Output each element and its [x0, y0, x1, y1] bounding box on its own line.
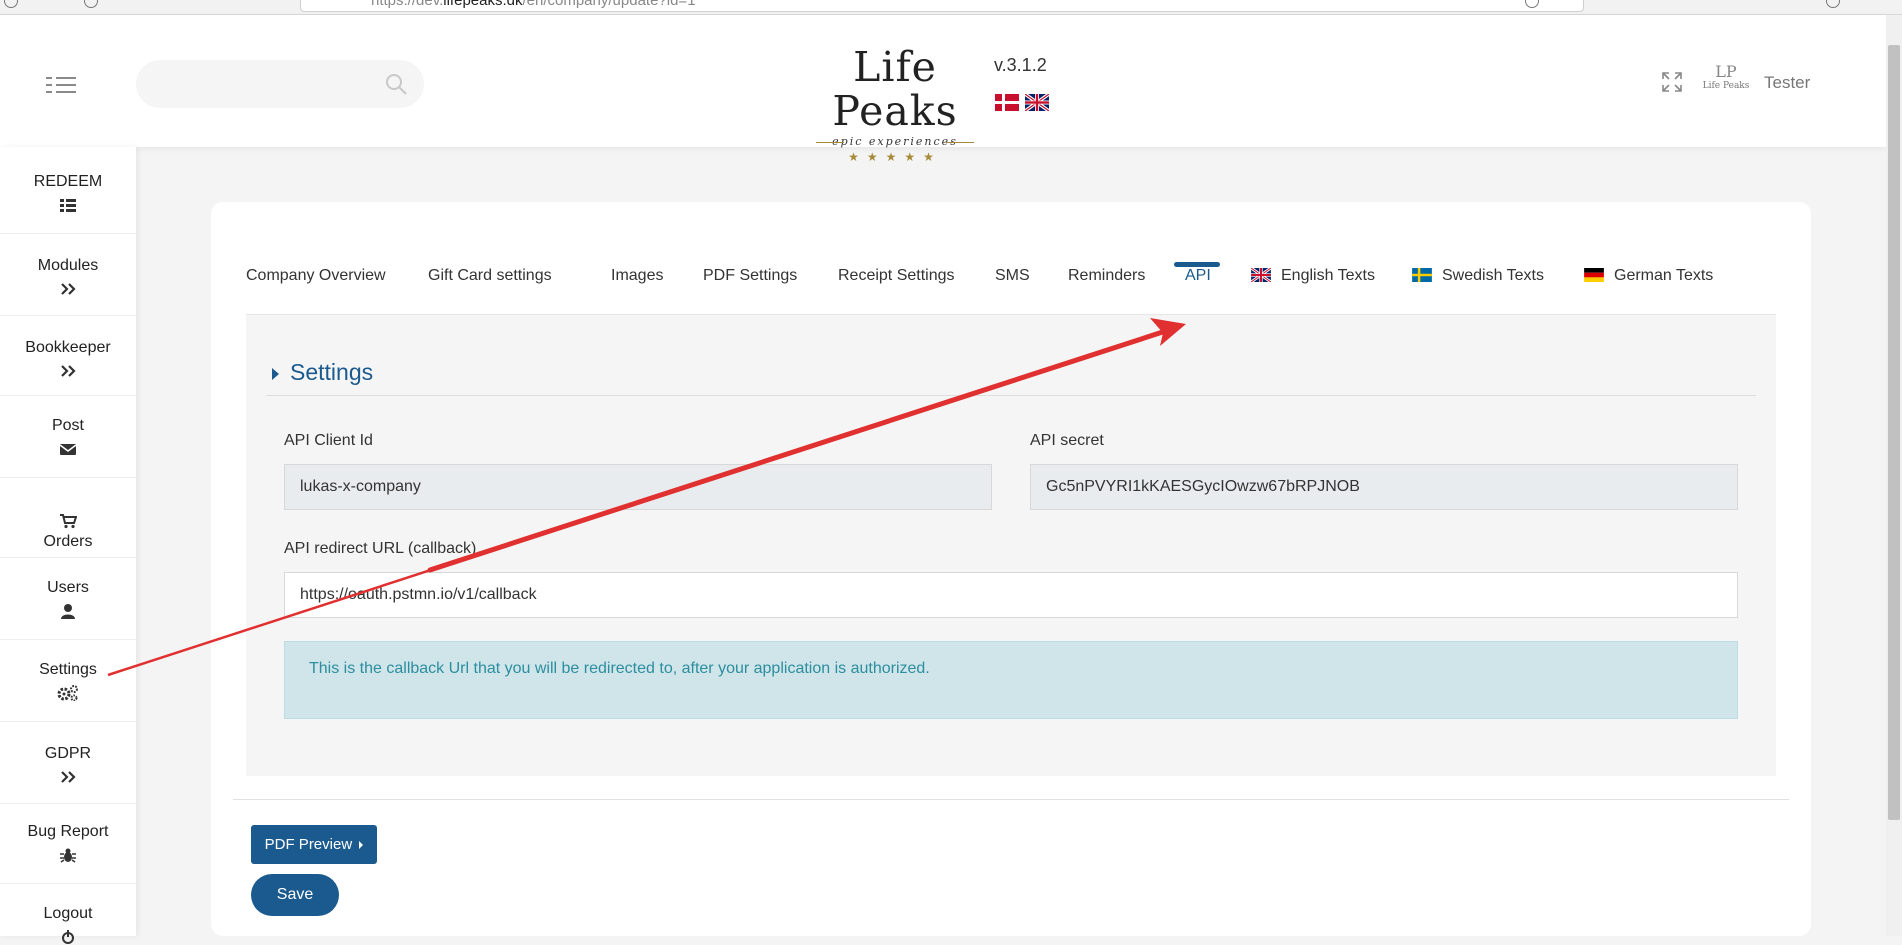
sidebar-item-label: Orders	[43, 533, 93, 550]
sidebar-item-settings[interactable]: Settings	[0, 661, 136, 701]
life-peaks-logo[interactable]: Life Peaks epic experiences ★★★★★	[810, 43, 980, 164]
search-input[interactable]	[136, 60, 424, 108]
tab-label: German Texts	[1614, 267, 1714, 284]
user-icon	[61, 604, 75, 619]
logo-subtitle: epic experiences	[810, 135, 980, 148]
logo-title: Life Peaks	[832, 43, 958, 135]
envelope-icon	[59, 444, 77, 455]
tab-label: Swedish Texts	[1442, 267, 1544, 284]
tab-german-texts[interactable]: German Texts	[1584, 256, 1713, 296]
settings-title[interactable]: Settings	[290, 359, 373, 386]
card-divider	[233, 799, 1789, 800]
settings-section-header[interactable]: Settings	[266, 359, 1756, 396]
tab-api[interactable]: API	[1185, 256, 1211, 296]
address-bar[interactable]: https://dev.lifepeaks.dk/en/company/upda…	[300, 0, 1584, 12]
caret-right-icon	[359, 841, 364, 849]
sidebar-item-label: Post	[51, 417, 84, 434]
url-suffix: /en/company/update?id=1	[522, 0, 696, 9]
avatar[interactable]: LP Life Peaks	[1700, 63, 1752, 99]
tab-pdf-settings[interactable]: PDF Settings	[703, 256, 797, 296]
browser-toolbar: https://dev.lifepeaks.dk/en/company/upda…	[0, 0, 1902, 15]
sidebar-item-redeem[interactable]: REDEEM	[0, 173, 136, 213]
tab-company-overview[interactable]: Company Overview	[246, 256, 386, 296]
tab-reminders[interactable]: Reminders	[1068, 256, 1145, 296]
api-redirect-url-label: API redirect URL (callback)	[284, 540, 477, 557]
sidebar-item-logout[interactable]: Logout	[0, 905, 136, 945]
sidebar-item-bug-report[interactable]: Bug Report	[0, 823, 136, 863]
sidebar-item-modules[interactable]: Modules	[0, 257, 136, 297]
avatar-monogram: LP	[1715, 62, 1737, 81]
double-chevron-right-icon	[61, 283, 76, 295]
uk-flag-icon	[1251, 268, 1271, 282]
grid-list-icon	[60, 199, 76, 212]
reload-icon[interactable]	[84, 0, 98, 8]
page-scrollbar[interactable]	[1886, 15, 1902, 936]
cart-icon	[60, 514, 77, 529]
caret-right-icon[interactable]	[272, 368, 279, 380]
callback-info-alert: This is the callback Url that you will b…	[284, 641, 1738, 719]
sidebar-item-post[interactable]: Post	[0, 417, 136, 457]
api-secret-label: API secret	[1030, 432, 1104, 449]
callback-info-text: This is the callback Url that you will b…	[309, 660, 930, 677]
sidebar-item-label: Modules	[37, 257, 99, 274]
search-icon[interactable]	[384, 72, 408, 96]
url-domain: lifepeaks.dk	[443, 0, 523, 9]
tab-receipt-settings[interactable]: Receipt Settings	[838, 256, 955, 296]
account-icon[interactable]	[1826, 0, 1840, 8]
sidebar-item-label: Users	[47, 579, 89, 596]
api-client-id-label: API Client Id	[284, 432, 373, 449]
avatar-label: Life Peaks	[1702, 81, 1750, 91]
fullscreen-icon[interactable]	[1660, 70, 1684, 94]
sweden-flag-icon	[1412, 268, 1432, 282]
api-client-id-field[interactable]: lukas-x-company	[284, 464, 992, 510]
sidebar: REDEEM Modules Bookkeeper Post Orders Us…	[0, 147, 136, 944]
denmark-flag-icon[interactable]	[995, 94, 1019, 111]
user-name[interactable]: Tester	[1764, 73, 1810, 93]
tab-swedish-texts[interactable]: Swedish Texts	[1412, 256, 1544, 296]
tab-label: English Texts	[1281, 267, 1375, 284]
uk-flag-icon[interactable]	[1025, 94, 1049, 111]
sidebar-item-label: Bug Report	[27, 823, 109, 840]
app-header: Life Peaks epic experiences ★★★★★ v.3.1.…	[0, 15, 1886, 164]
tab-images[interactable]: Images	[611, 256, 663, 296]
sidebar-item-label: REDEEM	[33, 173, 103, 190]
pdf-preview-label: PDF Preview	[264, 836, 353, 853]
tab-sms[interactable]: SMS	[995, 256, 1030, 296]
url-prefix: https://dev.	[371, 0, 444, 9]
double-chevron-right-icon	[61, 365, 76, 377]
sidebar-item-gdpr[interactable]: GDPR	[0, 745, 136, 785]
double-chevron-right-icon	[61, 771, 76, 783]
back-icon[interactable]	[4, 0, 18, 8]
sidebar-item-label: GDPR	[44, 745, 92, 762]
save-button[interactable]: Save	[251, 874, 339, 916]
api-secret-field[interactable]: Gc5nPVYRI1kKAESGycIOwzw67bRPJNOB	[1030, 464, 1738, 510]
tab-english-texts[interactable]: English Texts	[1251, 256, 1375, 296]
scrollbar-thumb[interactable]	[1888, 45, 1900, 820]
sidebar-item-label: Bookkeeper	[25, 339, 111, 356]
sidebar-item-users[interactable]: Users	[0, 579, 136, 619]
logo-stars: ★★★★★	[848, 150, 942, 164]
company-settings-card: Company Overview Gift Card settings Imag…	[211, 202, 1811, 936]
api-settings-panel: Settings API Client Id lukas-x-company A…	[246, 315, 1776, 776]
tab-gift-card-settings[interactable]: Gift Card settings	[428, 256, 552, 296]
menu-toggle-icon[interactable]	[46, 75, 76, 95]
sidebar-item-label: Logout	[43, 905, 93, 922]
logout-icon	[62, 930, 74, 944]
version-label: v.3.1.2	[994, 55, 1047, 75]
germany-flag-icon	[1584, 268, 1604, 282]
sidebar-item-bookkeeper[interactable]: Bookkeeper	[0, 339, 136, 379]
pdf-preview-button[interactable]: PDF Preview	[251, 825, 377, 864]
sidebar-item-orders[interactable]: Orders	[0, 513, 136, 551]
bug-icon	[60, 848, 76, 863]
sidebar-item-label: Settings	[39, 661, 97, 678]
api-redirect-url-field[interactable]: https://oauth.pstmn.io/v1/callback	[284, 572, 1738, 618]
gears-icon	[57, 685, 78, 701]
